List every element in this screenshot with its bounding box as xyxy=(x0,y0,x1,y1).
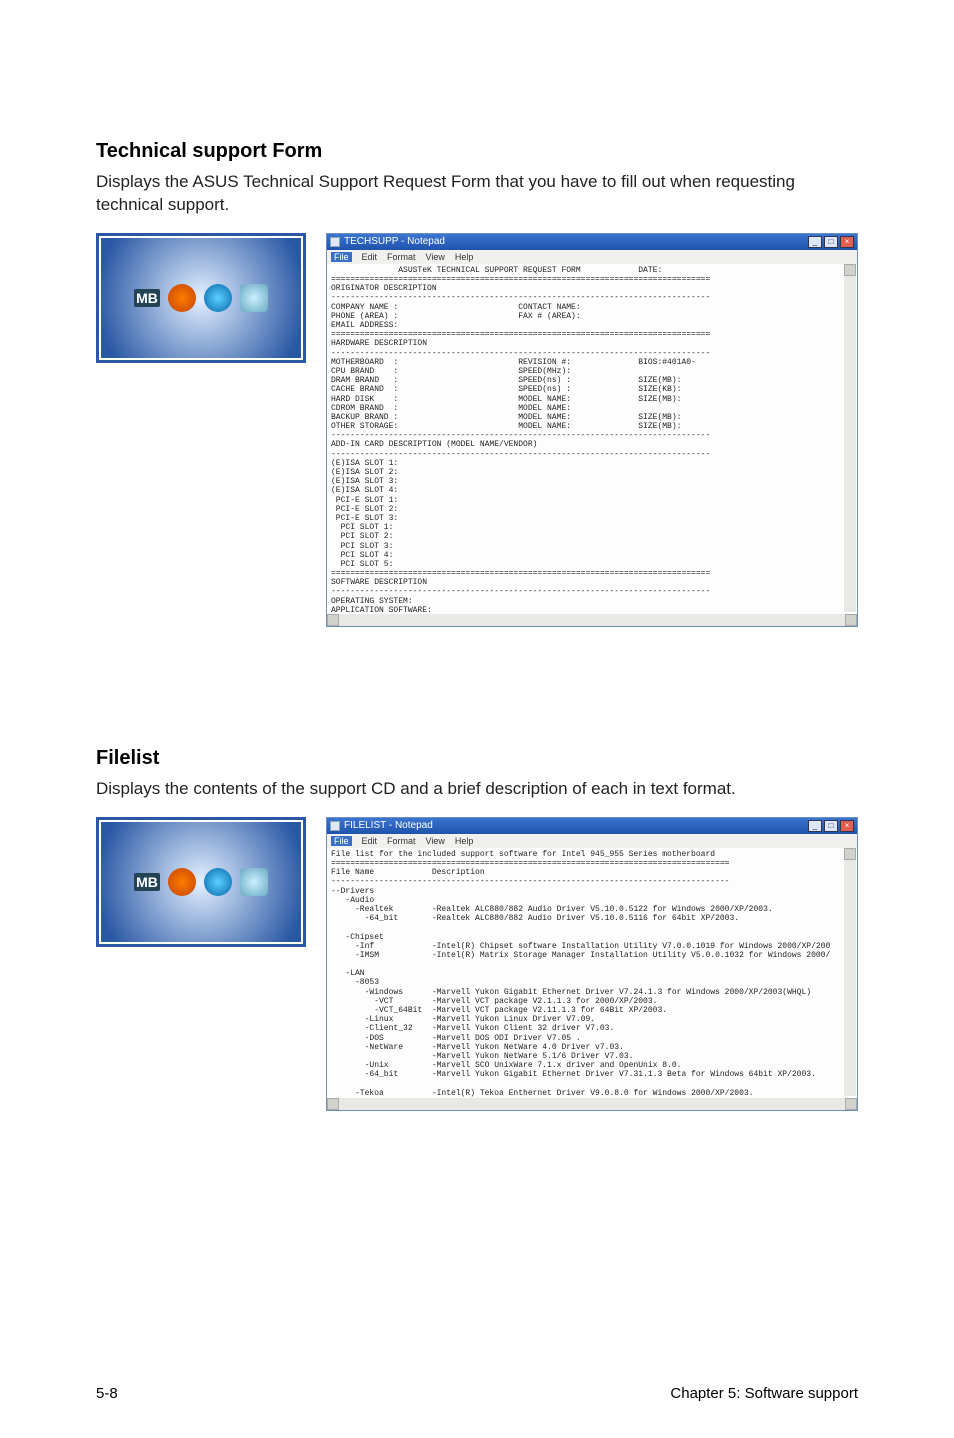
notepad-app-icon xyxy=(330,237,340,247)
row-filelist: MB FILELIST - Notepad _ □ × File xyxy=(96,817,858,1111)
menu-help-2[interactable]: Help xyxy=(455,836,474,846)
minimize-button[interactable]: _ xyxy=(808,236,822,248)
thumbnail-gradient: MB xyxy=(101,238,301,358)
scroll-right-arrow[interactable] xyxy=(845,614,857,626)
maximize-button-2[interactable]: □ xyxy=(824,820,838,832)
vertical-scrollbar-2[interactable] xyxy=(844,848,856,1096)
menu-format-2[interactable]: Format xyxy=(387,836,416,846)
window-title: TECHSUPP - Notepad xyxy=(344,236,445,248)
chapter-label: Chapter 5: Software support xyxy=(670,1385,858,1402)
titlebar[interactable]: TECHSUPP - Notepad _ □ × xyxy=(327,234,857,250)
close-button-2[interactable]: × xyxy=(840,820,854,832)
scroll-right-arrow-2[interactable] xyxy=(845,1098,857,1110)
thumbnail-gradient-2: MB xyxy=(101,822,301,942)
window-title-2: FILELIST - Notepad xyxy=(344,820,433,832)
thumb-label: MB xyxy=(134,289,160,307)
blue-sphere-icon-2 xyxy=(204,868,232,896)
menu-file[interactable]: File xyxy=(331,252,352,262)
menu-edit[interactable]: Edit xyxy=(362,252,378,262)
scroll-left-arrow[interactable] xyxy=(327,614,339,626)
body-filelist: Displays the contents of the support CD … xyxy=(96,778,858,801)
thumb-label-2: MB xyxy=(134,873,160,891)
page-footer: 5-8 Chapter 5: Software support xyxy=(96,1385,858,1402)
menu-edit-2[interactable]: Edit xyxy=(362,836,378,846)
menu-view[interactable]: View xyxy=(426,252,445,262)
notepad-app-icon-2 xyxy=(330,821,340,831)
menu-view-2[interactable]: View xyxy=(426,836,445,846)
section-techsupport: Technical support Form Displays the ASUS… xyxy=(96,140,858,627)
body-techsupport: Displays the ASUS Technical Support Requ… xyxy=(96,171,858,217)
orange-sphere-icon-2 xyxy=(168,868,196,896)
scroll-left-arrow-2[interactable] xyxy=(327,1098,339,1110)
scroll-up-arrow-2[interactable] xyxy=(844,848,856,860)
notepad-text-area[interactable]: ASUSTeK TECHNICAL SUPPORT REQUEST FORM D… xyxy=(327,264,857,614)
notepad-text-area-2[interactable]: File list for the included support softw… xyxy=(327,848,857,1098)
thumbnail-card: MB xyxy=(96,233,306,363)
thumbnail-card-2: MB xyxy=(96,817,306,947)
notepad-window-techsupp: TECHSUPP - Notepad _ □ × File Edit Forma… xyxy=(326,233,858,627)
close-button[interactable]: × xyxy=(840,236,854,248)
horizontal-scrollbar-2[interactable] xyxy=(327,1098,857,1110)
menu-format[interactable]: Format xyxy=(387,252,416,262)
menubar: File Edit Format View Help xyxy=(327,250,857,264)
menubar-2: File Edit Format View Help xyxy=(327,834,857,848)
menu-help[interactable]: Help xyxy=(455,252,474,262)
maximize-button[interactable]: □ xyxy=(824,236,838,248)
document-icon xyxy=(240,284,268,312)
notepad-window-filelist: FILELIST - Notepad _ □ × File Edit Forma… xyxy=(326,817,858,1111)
row-techsupport: MB TECHSUPP - Notepad _ □ × File xyxy=(96,233,858,627)
titlebar-2[interactable]: FILELIST - Notepad _ □ × xyxy=(327,818,857,834)
page-number: 5-8 xyxy=(96,1385,118,1402)
minimize-button-2[interactable]: _ xyxy=(808,820,822,832)
section-filelist: Filelist Displays the contents of the su… xyxy=(96,747,858,1111)
document-icon-2 xyxy=(240,868,268,896)
scroll-up-arrow[interactable] xyxy=(844,264,856,276)
horizontal-scrollbar[interactable] xyxy=(327,614,857,626)
blue-sphere-icon xyxy=(204,284,232,312)
vertical-scrollbar[interactable] xyxy=(844,264,856,612)
heading-filelist: Filelist xyxy=(96,747,858,770)
heading-techsupport: Technical support Form xyxy=(96,140,858,163)
menu-file-2[interactable]: File xyxy=(331,836,352,846)
orange-sphere-icon xyxy=(168,284,196,312)
